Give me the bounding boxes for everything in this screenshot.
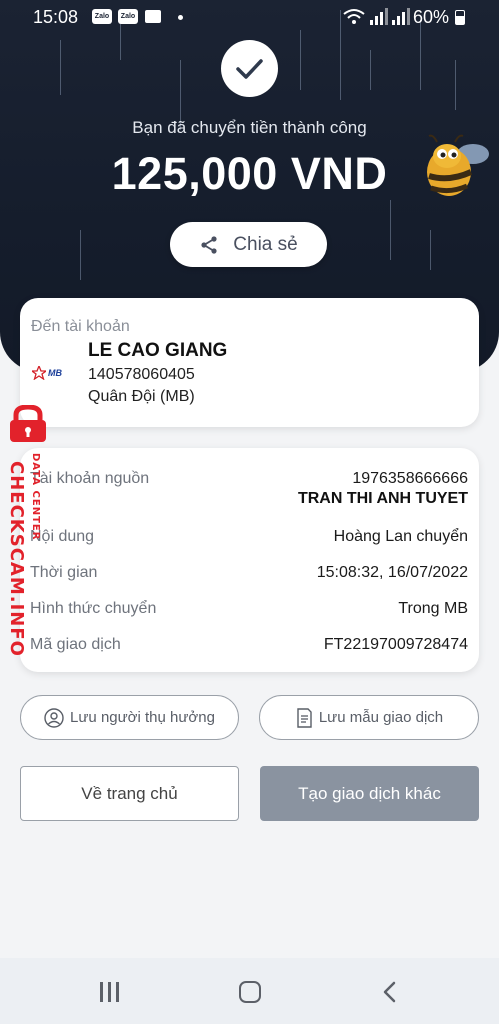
wifi-icon [343, 9, 365, 24]
save-template-button[interactable]: Lưu mẫu giao dịch [259, 695, 479, 740]
more-notifications-icon [178, 15, 183, 20]
mb-star-icon [32, 366, 46, 380]
mb-logo-text: MB [48, 368, 62, 378]
transaction-details-card: Tài khoản nguồn 1976358666666 TRAN THI A… [20, 448, 479, 672]
go-home-button[interactable]: Về trang chủ [20, 766, 239, 821]
system-navigation-bar [0, 958, 499, 1024]
battery-icon [455, 10, 465, 25]
recipient-bank-name: Quân Đội (MB) [88, 388, 195, 405]
share-icon [201, 235, 217, 254]
detail-value: Hoàng Lan chuyển [333, 528, 468, 545]
save-template-label: Lưu mẫu giao dịch [318, 709, 444, 726]
save-recipient-label: Lưu người thụ hưởng [70, 709, 215, 726]
detail-value: FT22197009728474 [323, 636, 468, 653]
user-icon [44, 707, 64, 728]
recipient-card: Đến tài khoản MB LE CAO GIANG 1405780604… [20, 298, 479, 427]
message-icon [145, 10, 161, 23]
lock-icon [10, 405, 46, 442]
success-check-icon [221, 40, 278, 97]
recipient-label: Đến tài khoản [31, 318, 130, 335]
recipient-account-number: 140578060405 [88, 366, 195, 383]
document-icon [297, 707, 312, 728]
mb-bank-logo: MB [32, 366, 62, 380]
checkscam-watermark: CHECKSCAM.INFO DATA CENTER [6, 405, 52, 657]
battery-percent: 60% [413, 7, 450, 27]
source-account-holder: TRAN THI ANH TUYET [297, 490, 468, 507]
detail-value: 1976358666666 [352, 470, 468, 487]
status-time: 15:08 [33, 7, 79, 27]
status-bar: 15:08 Zalo Zalo 60% [0, 0, 499, 34]
zalo-notification-icon: Zalo [118, 9, 138, 24]
bee-mascot-icon [427, 134, 489, 196]
home-nav-button[interactable] [239, 981, 261, 1003]
signal-icon [370, 8, 388, 25]
share-button[interactable]: Chia sẻ [170, 222, 327, 267]
recent-apps-button[interactable] [98, 982, 122, 1002]
recipient-name: LE CAO GIANG [88, 340, 228, 361]
signal-icon [392, 8, 410, 25]
watermark-sub-text: DATA CENTER [30, 453, 41, 541]
watermark-main-text: CHECKSCAM.INFO [6, 461, 27, 657]
save-recipient-button[interactable]: Lưu người thụ hưởng [20, 695, 239, 740]
share-label: Chia sẻ [233, 233, 298, 255]
detail-value: 15:08:32, 16/07/2022 [316, 564, 468, 581]
new-transaction-button[interactable]: Tạo giao dịch khác [260, 766, 479, 821]
back-nav-button[interactable] [380, 980, 400, 1004]
detail-value: Trong MB [398, 600, 468, 617]
zalo-notification-icon: Zalo [92, 9, 112, 24]
